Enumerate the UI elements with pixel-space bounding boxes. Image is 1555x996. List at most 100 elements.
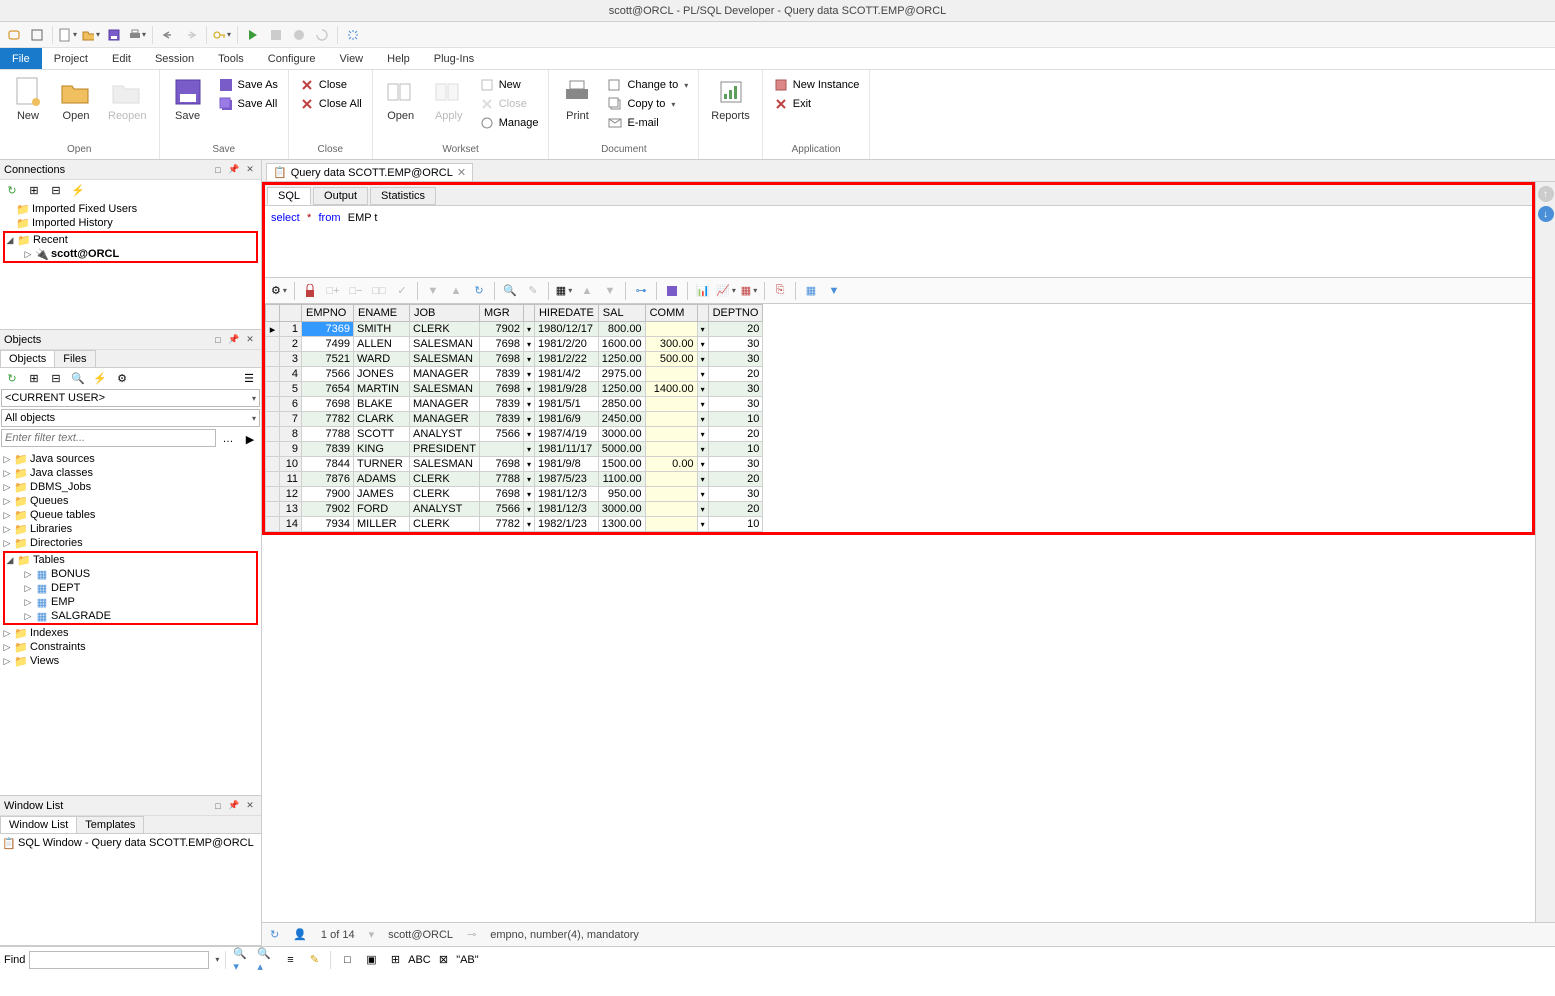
ribbon-close-button[interactable]: Close — [295, 76, 366, 94]
panel-float-icon[interactable]: □ — [211, 799, 225, 813]
lightning-icon[interactable]: ⚡ — [90, 368, 110, 388]
col-header[interactable]: MGR — [479, 305, 523, 322]
conn-imported-fixed[interactable]: Imported Fixed Users — [32, 203, 137, 215]
regex-option-icon[interactable]: ⊠ — [433, 950, 453, 970]
table-row[interactable]: 57654MARTINSALESMAN7698▾1981/9/281250.00… — [266, 382, 763, 397]
collapse-icon[interactable]: ⊟ — [46, 180, 66, 200]
commit-icon[interactable] — [289, 25, 309, 45]
obj-node[interactable]: Constraints — [30, 641, 86, 653]
refresh-icon[interactable]: ↻ — [2, 368, 22, 388]
statistics-tab[interactable]: Statistics — [370, 187, 436, 205]
refresh-status-icon[interactable]: ↻ — [270, 928, 279, 941]
sort-down-icon[interactable]: ▼ — [423, 281, 443, 301]
table-row[interactable]: 107844TURNERSALESMAN7698▾1981/9/81500.00… — [266, 457, 763, 472]
find-list-icon[interactable]: ≡ — [280, 950, 300, 970]
data-grid[interactable]: EMPNOENAMEJOBMGRHIREDATESALCOMMDEPTNO▸17… — [265, 304, 1532, 532]
chart-icon[interactable]: 📊 — [693, 281, 713, 301]
ribbon-ws-open-button[interactable]: Open — [379, 74, 423, 124]
menu-project[interactable]: Project — [42, 48, 100, 69]
table-row[interactable]: 37521WARDSALESMAN7698▾1981/2/221250.0050… — [266, 352, 763, 367]
table-node[interactable]: BONUS — [51, 568, 90, 580]
del-row-icon[interactable]: □− — [346, 281, 366, 301]
save-disk-icon[interactable] — [104, 25, 124, 45]
window-list-item[interactable]: 📋SQL Window - Query data SCOTT.EMP@ORCL — [2, 836, 259, 850]
ribbon-open-button[interactable]: Open — [54, 74, 98, 124]
obj-node[interactable]: DBMS_Jobs — [30, 481, 91, 493]
templates-tab[interactable]: Templates — [76, 816, 144, 833]
tables-node[interactable]: Tables — [33, 554, 65, 566]
check-icon[interactable]: ✓ — [392, 281, 412, 301]
table-node[interactable]: SALGRADE — [51, 610, 111, 622]
obj-node[interactable]: Java classes — [30, 467, 93, 479]
find-next-icon[interactable]: 🔍▾ — [232, 950, 252, 970]
ribbon-new-button[interactable]: New — [6, 74, 50, 124]
document-tab[interactable]: 📋 Query data SCOTT.EMP@ORCL ✕ — [266, 163, 473, 181]
table-view-icon[interactable]: ▦▾ — [739, 281, 759, 301]
obj-node[interactable]: Java sources — [30, 453, 95, 465]
obj-node[interactable]: Directories — [30, 537, 83, 549]
ribbon-new-instance-button[interactable]: New Instance — [769, 76, 864, 94]
conn-scott-orcl[interactable]: scott@ORCL — [51, 248, 119, 260]
up-icon[interactable]: ▲ — [577, 281, 597, 301]
table-row[interactable]: 117876ADAMSCLERK7788▾1987/5/231100.00▾20 — [266, 472, 763, 487]
menu-view[interactable]: View — [327, 48, 375, 69]
collapse-icon[interactable]: ⊟ — [46, 368, 66, 388]
menu-icon[interactable]: ☰ — [239, 368, 259, 388]
ribbon-reopen-button[interactable]: Reopen — [102, 74, 153, 124]
table-row[interactable]: 127900JAMESCLERK7698▾1981/12/3950.00▾30 — [266, 487, 763, 502]
tree-expand-icon[interactable]: ▷ — [23, 249, 33, 260]
obj-node[interactable]: Indexes — [30, 627, 69, 639]
col-header[interactable]: SAL — [598, 305, 645, 322]
key-icon[interactable]: ▾ — [212, 25, 232, 45]
checkbox-icon[interactable] — [27, 25, 47, 45]
find-grid-icon[interactable]: 🔍 — [500, 281, 520, 301]
ribbon-ws-close-button[interactable]: Close — [475, 95, 543, 113]
col-header[interactable]: HIREDATE — [534, 305, 598, 322]
tree-collapse-icon[interactable]: ◢ — [5, 235, 15, 246]
conn-recent[interactable]: Recent — [33, 234, 68, 246]
filter-more-icon[interactable]: … — [218, 429, 238, 449]
sort-up-icon[interactable]: ▲ — [446, 281, 466, 301]
ribbon-change-to-button[interactable]: Change to▾ — [603, 76, 692, 94]
find-icon[interactable]: 🔍 — [68, 368, 88, 388]
col-header[interactable]: ENAME — [354, 305, 410, 322]
db-connect-icon[interactable] — [4, 25, 24, 45]
obj-node[interactable]: Libraries — [30, 523, 72, 535]
ribbon-ws-manage-button[interactable]: Manage — [475, 114, 543, 132]
execute-icon[interactable] — [243, 25, 263, 45]
table-row[interactable]: 97839KINGPRESIDENT▾1981/11/175000.00▾10 — [266, 442, 763, 457]
table-row[interactable]: 27499ALLENSALESMAN7698▾1981/2/201600.003… — [266, 337, 763, 352]
window-list-tab[interactable]: Window List — [0, 816, 77, 833]
panel-pin-icon[interactable]: 📌 — [227, 799, 241, 813]
objects-tab[interactable]: Objects — [0, 350, 55, 367]
open-folder-icon[interactable]: ▾ — [81, 25, 101, 45]
panel-close-icon[interactable]: ✕ — [243, 163, 257, 177]
obj-node[interactable]: Queues — [30, 495, 69, 507]
table-row[interactable]: 47566JONESMANAGER7839▾1981/4/22975.00▾20 — [266, 367, 763, 382]
filter-go-icon[interactable]: ▶ — [240, 429, 260, 449]
add-row-icon[interactable]: □+ — [323, 281, 343, 301]
menu-plugins[interactable]: Plug-Ins — [422, 48, 486, 69]
edit-icon[interactable]: ✎ — [523, 281, 543, 301]
object-type-combo[interactable]: All objects▾ — [1, 409, 260, 427]
filter-grid-icon[interactable]: ▼ — [824, 281, 844, 301]
ribbon-close-all-button[interactable]: Close All — [295, 95, 366, 113]
find-prev-icon[interactable]: 🔍▴ — [256, 950, 276, 970]
nav-down-icon[interactable]: ↓ — [1538, 206, 1554, 222]
menu-file[interactable]: File — [0, 48, 42, 69]
obj-node[interactable]: Views — [30, 655, 59, 667]
col-header[interactable]: JOB — [410, 305, 480, 322]
quote-option[interactable]: "AB" — [457, 950, 477, 970]
user-combo[interactable]: <CURRENT USER>▾ — [1, 389, 260, 407]
ribbon-copy-to-button[interactable]: Copy to▾ — [603, 95, 692, 113]
grid-mode-icon[interactable]: ▦ — [801, 281, 821, 301]
panel-pin-icon[interactable]: 📌 — [227, 163, 241, 177]
table-node[interactable]: DEPT — [51, 582, 80, 594]
panel-close-icon[interactable]: ✕ — [243, 333, 257, 347]
table-row[interactable]: ▸17369SMITHCLERK7902▾1980/12/17800.00▾20 — [266, 322, 763, 337]
menu-session[interactable]: Session — [143, 48, 206, 69]
table-row[interactable]: 87788SCOTTANALYST7566▾1987/4/193000.00▾2… — [266, 427, 763, 442]
refresh-icon[interactable]: ↻ — [2, 180, 22, 200]
export-icon[interactable]: ▦▾ — [554, 281, 574, 301]
new-doc-icon[interactable]: ▾ — [58, 25, 78, 45]
